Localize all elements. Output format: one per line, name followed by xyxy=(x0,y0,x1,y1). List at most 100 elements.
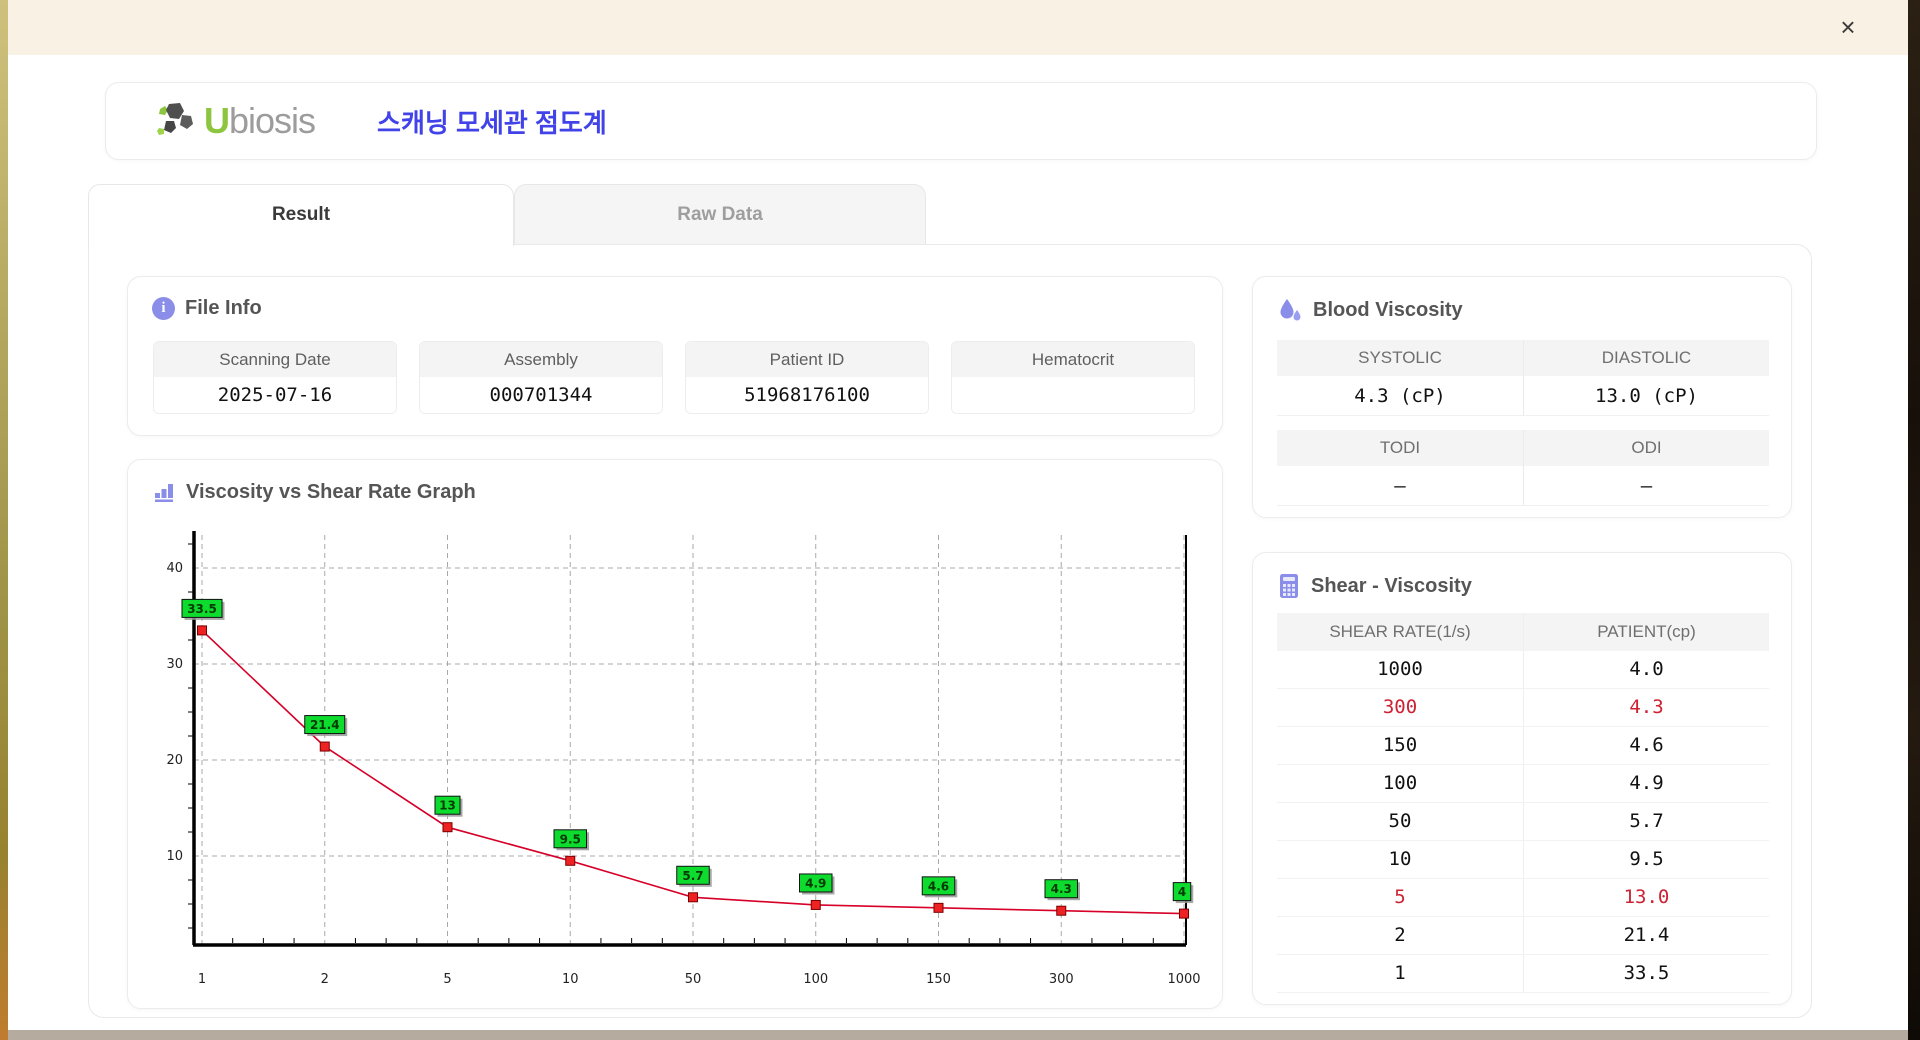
tab-result[interactable]: Result xyxy=(88,184,514,246)
svg-text:13: 13 xyxy=(439,799,456,813)
droplets-icon xyxy=(1280,299,1301,321)
patient-cell: 21.4 xyxy=(1523,917,1769,954)
viscosity-graph-card: Viscosity vs Shear Rate Graph 10 20 30 40 1 2… xyxy=(127,459,1223,1009)
window-edge-bottom xyxy=(8,1030,1908,1040)
table-header-row: SYSTOLIC DIASTOLIC xyxy=(1277,340,1769,376)
main-window: Ubiosis 스캐닝 모세관 점도계 Result Raw Data i Fi… xyxy=(8,55,1908,1030)
svg-text:10: 10 xyxy=(166,849,183,864)
table-row: 1 33.5 xyxy=(1277,955,1769,993)
table-header-row: TODI ODI xyxy=(1277,430,1769,466)
svg-text:30: 30 xyxy=(166,657,183,672)
table-row: 1000 4.0 xyxy=(1277,651,1769,689)
table-row: 5 13.0 xyxy=(1277,879,1769,917)
svg-text:9.5: 9.5 xyxy=(560,832,581,846)
shear-viscosity-table: SHEAR RATE(1/s) PATIENT(cp) 1000 4.0 300… xyxy=(1277,613,1769,993)
svg-text:10: 10 xyxy=(562,972,579,987)
field-label: Scanning Date xyxy=(154,342,396,377)
close-icon[interactable]: × xyxy=(1833,12,1863,42)
svg-text:100: 100 xyxy=(803,972,828,987)
svg-text:33.5: 33.5 xyxy=(187,602,217,616)
blood-viscosity-card: Blood Viscosity SYSTOLIC DIASTOLIC 4.3 (… xyxy=(1252,276,1792,518)
field-label: Assembly xyxy=(420,342,662,377)
info-icon: i xyxy=(152,297,175,320)
patient-cell: 5.7 xyxy=(1523,803,1769,840)
shear-cell: 2 xyxy=(1394,924,1406,946)
shear-cell: 100 xyxy=(1382,772,1418,794)
field-value: 000701344 xyxy=(420,377,662,413)
header-card: Ubiosis 스캐닝 모세관 점도계 xyxy=(105,82,1817,160)
svg-text:20: 20 xyxy=(166,753,183,768)
result-panel: i File Info Scanning Date 2025-07-16 Ass… xyxy=(88,244,1812,1018)
shear-cell: 300 xyxy=(1382,696,1418,718)
odi-value: – xyxy=(1523,466,1769,506)
table-row: 50 5.7 xyxy=(1277,803,1769,841)
patient-cell: 9.5 xyxy=(1523,841,1769,878)
table-header-row: SHEAR RATE(1/s) PATIENT(cp) xyxy=(1277,613,1769,651)
svg-text:4.6: 4.6 xyxy=(928,879,949,893)
field-hematocrit: Hematocrit xyxy=(951,341,1195,414)
shear-cell: 50 xyxy=(1388,810,1412,832)
ubiosis-logo-icon xyxy=(157,103,193,135)
shear-viscosity-title-row: Shear - Viscosity xyxy=(1277,573,1791,599)
bar-chart-icon xyxy=(155,484,173,502)
svg-text:1000: 1000 xyxy=(1167,972,1200,987)
app-window: × Ubiosis 스캐닝 모세관 점도계 Result Raw Data i … xyxy=(0,0,1920,1040)
table-row: 2 21.4 xyxy=(1277,917,1769,955)
svg-text:5: 5 xyxy=(443,972,451,987)
window-edge-left xyxy=(0,0,8,1040)
table-value-row: 4.3 (cP) 13.0 (cP) xyxy=(1277,376,1769,416)
svg-text:4.9: 4.9 xyxy=(805,876,826,890)
svg-text:4: 4 xyxy=(1178,885,1186,899)
blood-viscosity-title-row: Blood Viscosity xyxy=(1277,297,1791,323)
shear-viscosity-title: Shear - Viscosity xyxy=(1311,574,1472,597)
titlebar: × xyxy=(8,0,1908,55)
file-info-fields: Scanning Date 2025-07-16 Assembly 000701… xyxy=(153,341,1195,414)
graph-title-row: Viscosity vs Shear Rate Graph xyxy=(152,480,1222,504)
patient-cell: 13.0 xyxy=(1523,879,1769,916)
table-row: 100 4.9 xyxy=(1277,765,1769,803)
patient-cell: 4.0 xyxy=(1523,651,1769,688)
patient-column-header: PATIENT(cp) xyxy=(1523,613,1769,651)
table-row: 150 4.6 xyxy=(1277,727,1769,765)
svg-text:150: 150 xyxy=(926,972,951,987)
blood-viscosity-title: Blood Viscosity xyxy=(1313,298,1463,321)
svg-text:300: 300 xyxy=(1049,972,1074,987)
graph-title: Viscosity vs Shear Rate Graph xyxy=(186,480,476,503)
logo-text-biosis: biosis xyxy=(229,100,316,141)
field-assembly: Assembly 000701344 xyxy=(419,341,663,414)
patient-cell: 4.9 xyxy=(1523,765,1769,802)
shear-rate-column-header: SHEAR RATE(1/s) xyxy=(1329,622,1471,641)
svg-text:1: 1 xyxy=(198,972,206,987)
svg-text:50: 50 xyxy=(685,972,702,987)
calculator-icon xyxy=(1280,574,1298,598)
field-value: 51968176100 xyxy=(686,377,928,413)
window-edge-right xyxy=(1908,0,1920,1040)
tab-raw-data[interactable]: Raw Data xyxy=(514,184,926,244)
svg-text:4.3: 4.3 xyxy=(1051,882,1072,896)
file-info-title: File Info xyxy=(185,297,262,319)
file-info-title-row: i File Info xyxy=(152,297,1222,320)
viscosity-shear-chart: 10 20 30 40 1 2 5 10 50 100 150 300 1000 33.5 21.4 13 9.… xyxy=(166,531,1200,987)
table-value-row: – – xyxy=(1277,466,1769,506)
odi-header: ODI xyxy=(1523,430,1769,466)
app-title: 스캐닝 모세관 점도계 xyxy=(377,107,607,138)
blood-viscosity-table: SYSTOLIC DIASTOLIC 4.3 (cP) 13.0 (cP) TO… xyxy=(1277,340,1769,506)
shear-cell: 10 xyxy=(1388,848,1412,870)
shear-cell: 1 xyxy=(1394,962,1406,984)
systolic-header: SYSTOLIC xyxy=(1277,340,1523,376)
field-patient-id: Patient ID 51968176100 xyxy=(685,341,929,414)
svg-text:5.7: 5.7 xyxy=(682,869,703,883)
patient-cell: 4.6 xyxy=(1523,727,1769,764)
patient-cell: 33.5 xyxy=(1523,955,1769,992)
table-row: 300 4.3 xyxy=(1277,689,1769,727)
field-label: Patient ID xyxy=(686,342,928,377)
svg-text:21.4: 21.4 xyxy=(310,718,340,732)
shear-viscosity-card: Shear - Viscosity SHEAR RATE(1/s) PATIEN… xyxy=(1252,552,1792,1005)
file-info-card: i File Info Scanning Date 2025-07-16 Ass… xyxy=(127,276,1223,436)
svg-text:40: 40 xyxy=(166,561,183,576)
shear-cell: 1000 xyxy=(1377,658,1423,680)
ubiosis-logo: Ubiosis xyxy=(154,100,316,142)
svg-text:2: 2 xyxy=(321,972,329,987)
shear-cell: 5 xyxy=(1394,886,1406,908)
field-value: 2025-07-16 xyxy=(154,377,396,413)
